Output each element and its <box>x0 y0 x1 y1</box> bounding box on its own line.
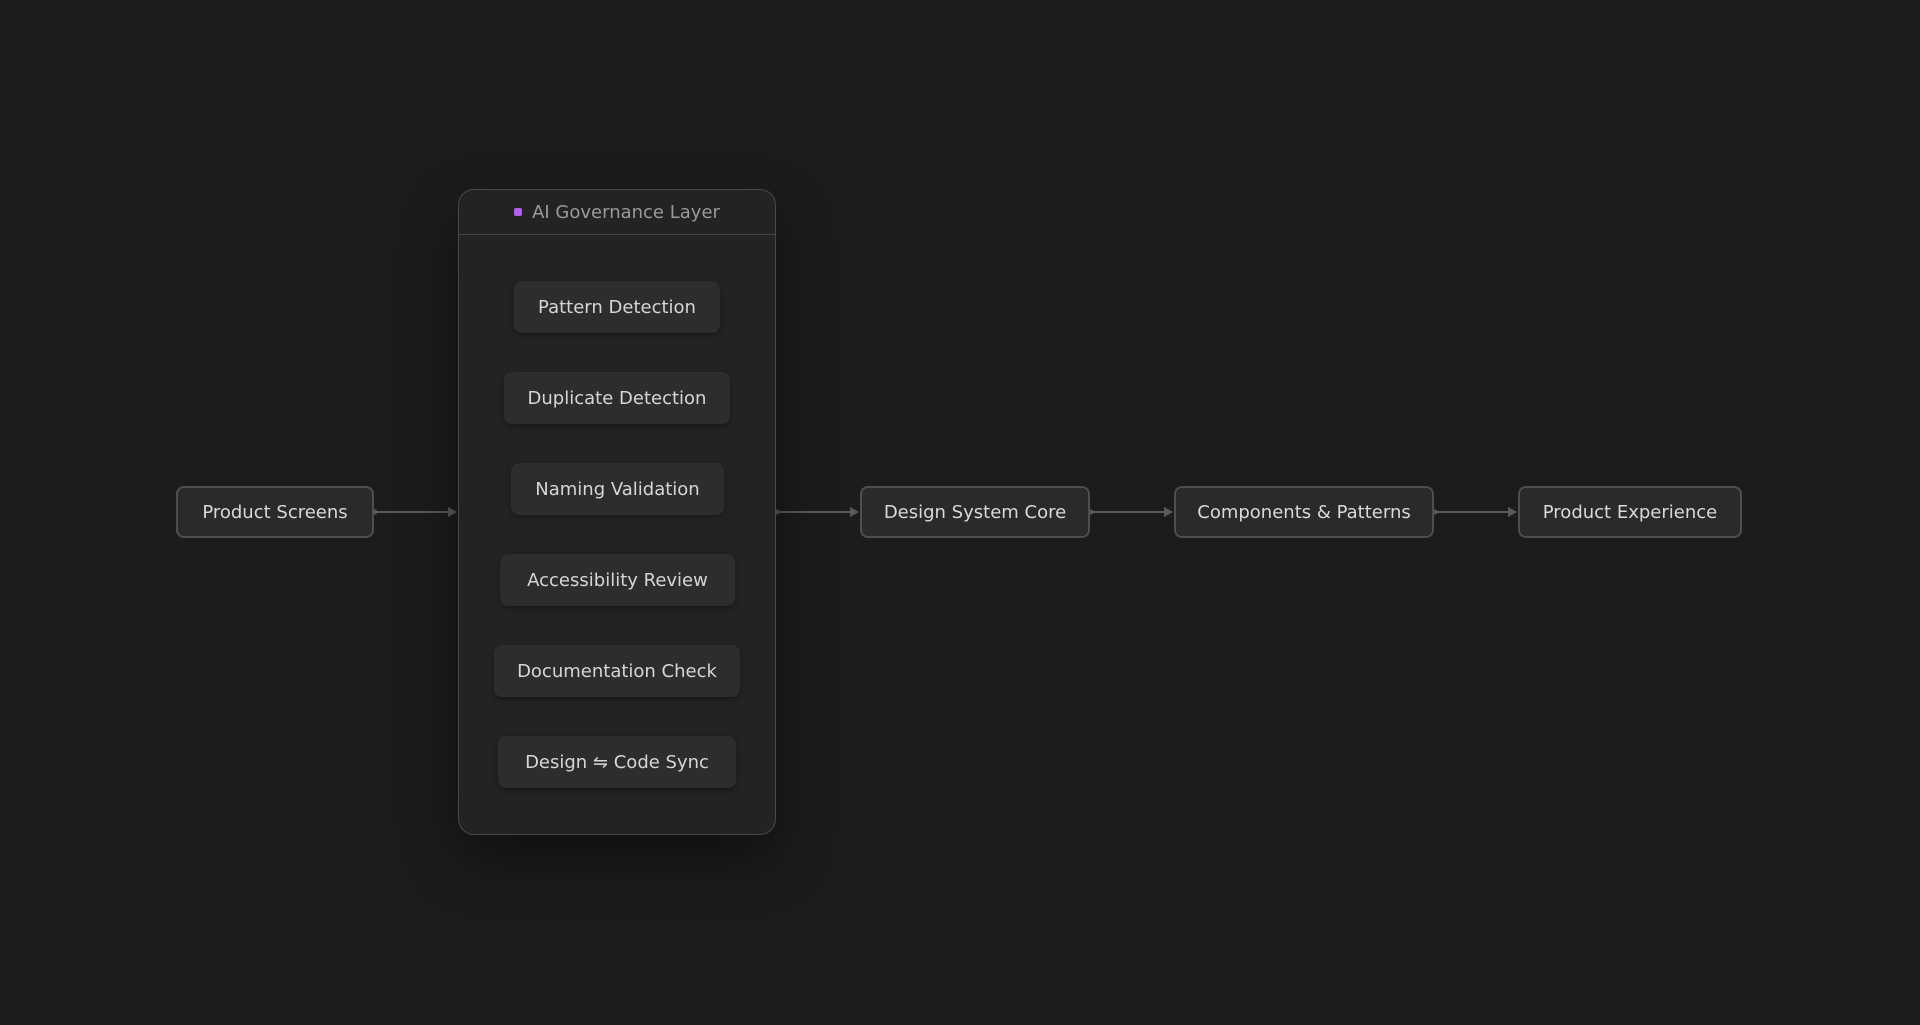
arrowhead-icon <box>1164 507 1173 517</box>
governance-title: AI Governance Layer <box>532 201 720 223</box>
diagram-canvas: Product Screens AI Governance Layer Patt… <box>0 0 1920 1025</box>
check-pattern-detection[interactable]: Pattern Detection <box>514 281 720 333</box>
arrowhead-icon <box>1508 507 1517 517</box>
node-product-experience[interactable]: Product Experience <box>1518 486 1742 538</box>
node-label: Components & Patterns <box>1197 501 1411 523</box>
check-design-code-sync[interactable]: Design ⇋ Code Sync <box>498 736 736 788</box>
check-accessibility-review[interactable]: Accessibility Review <box>500 554 735 606</box>
check-label: Duplicate Detection <box>527 387 707 409</box>
check-label: Naming Validation <box>535 478 700 500</box>
check-duplicate-detection[interactable]: Duplicate Detection <box>504 372 730 424</box>
check-documentation-check[interactable]: Documentation Check <box>494 645 740 697</box>
node-product-screens[interactable]: Product Screens <box>176 486 374 538</box>
arrowhead-icon <box>850 507 859 517</box>
node-components-patterns[interactable]: Components & Patterns <box>1174 486 1434 538</box>
node-label: Design System Core <box>883 501 1067 523</box>
check-naming-validation[interactable]: Naming Validation <box>511 463 724 515</box>
arrowhead-icon <box>448 507 457 517</box>
check-label: Design ⇋ Code Sync <box>525 751 709 773</box>
governance-header: AI Governance Layer <box>459 190 775 235</box>
check-label: Accessibility Review <box>527 569 708 591</box>
check-label: Pattern Detection <box>538 296 696 318</box>
governance-marker-icon <box>514 208 523 216</box>
check-label: Documentation Check <box>517 660 717 682</box>
node-label: Product Experience <box>1542 501 1718 523</box>
node-design-system-core[interactable]: Design System Core <box>860 486 1090 538</box>
node-label: Product Screens <box>202 501 348 523</box>
